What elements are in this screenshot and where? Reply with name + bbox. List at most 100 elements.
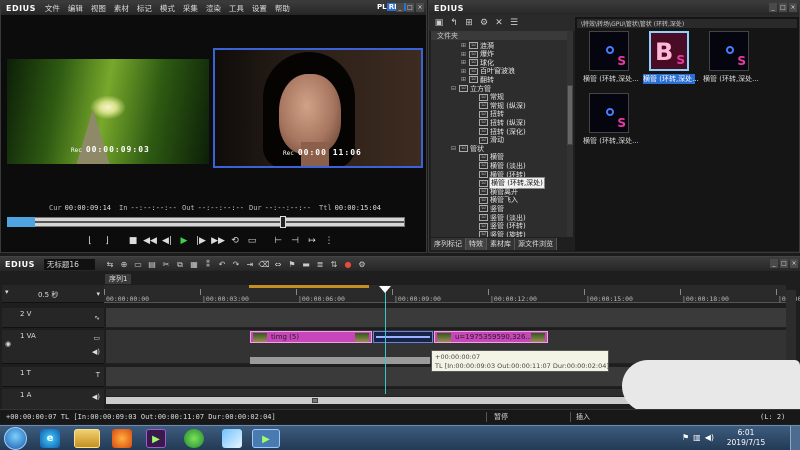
insert-icon[interactable]: ⊢ [271, 235, 285, 248]
ripple-icon[interactable]: ⇥ [244, 259, 256, 271]
menu-item-9[interactable]: 设置 [248, 3, 271, 14]
title-track-icon[interactable]: T [96, 371, 100, 379]
overwrite-icon[interactable]: ⊣ [288, 235, 302, 248]
render-icon[interactable]: ▬ [300, 259, 312, 271]
lane-2v[interactable] [106, 308, 786, 328]
sequence-tab[interactable]: 序列1 [105, 274, 132, 284]
new-sequence-icon[interactable]: ⊕ [118, 259, 130, 271]
zoom-toggle-icon[interactable]: ▾ [5, 288, 15, 298]
effect-thumbnail[interactable]: S [589, 31, 629, 71]
mark-in-icon[interactable]: ⌊ [83, 235, 97, 248]
marker-icon[interactable]: ⚑ [286, 259, 298, 271]
start-button[interactable] [4, 427, 27, 450]
maximize-icon[interactable]: □ [406, 3, 414, 12]
minimize-icon[interactable]: _ [770, 259, 778, 268]
tree-item[interactable]: ⊡ 竖管 (旋转) [471, 230, 526, 237]
more-icon[interactable]: ⋮ [322, 235, 336, 248]
record-icon[interactable]: ● [342, 259, 354, 271]
tree-scrollbar[interactable] [567, 31, 573, 237]
maximize-icon[interactable]: □ [779, 3, 787, 12]
list-icon[interactable]: ☰ [508, 18, 520, 28]
open-icon[interactable]: ▭ [132, 259, 144, 271]
menu-item-3[interactable]: 素材 [110, 3, 133, 14]
zoom-dropdown-icon[interactable]: ▾ [96, 290, 100, 298]
maximize-icon[interactable]: □ [780, 259, 788, 268]
panel-tab-1[interactable]: 特效 [466, 238, 487, 250]
minimize-icon[interactable]: _ [769, 3, 777, 12]
up-folder-icon[interactable]: ↰ [448, 18, 460, 28]
snap-icon[interactable]: ⁑ [202, 259, 214, 271]
scrub-handle[interactable] [279, 216, 286, 228]
network-icon[interactable]: ▥ [693, 433, 701, 442]
folder-icon[interactable]: ▣ [433, 18, 445, 28]
view-icon[interactable]: ⊞ [463, 18, 475, 28]
output-icon[interactable]: ▭ [245, 235, 259, 248]
effect-thumbnail[interactable]: BS [649, 31, 689, 71]
rewind-icon[interactable]: ◀◀ [143, 235, 157, 248]
video-track-icon[interactable]: ▭ [93, 334, 100, 342]
sync-icon[interactable]: ⇅ [328, 259, 340, 271]
effect-thumbnail[interactable]: S [709, 31, 749, 71]
collapse-icon[interactable]: ⊟ [451, 85, 457, 92]
menu-item-1[interactable]: 编辑 [64, 3, 87, 14]
volume-icon[interactable]: ◀) [705, 433, 714, 442]
menu-item-4[interactable]: 标记 [133, 3, 156, 14]
clip-u-image[interactable]: u=1975359590,326... [434, 331, 548, 343]
menu-item-8[interactable]: 工具 [225, 3, 248, 14]
hscroll-thumb[interactable] [312, 398, 318, 403]
edius-active-icon[interactable]: ▶ [252, 429, 280, 448]
menu-item-0[interactable]: 文件 [41, 3, 64, 14]
audio-icon[interactable]: ◀) [92, 393, 100, 401]
close-icon[interactable]: × [416, 3, 424, 12]
fast-forward-icon[interactable]: ▶▶ [211, 235, 225, 248]
clip-timg[interactable]: timg (5) [250, 331, 372, 343]
track-header-1va[interactable]: ◉ 1 VA ▭ ◀) [2, 330, 104, 364]
minimize-icon[interactable]: _ [396, 3, 404, 12]
app-window-icon[interactable] [222, 429, 242, 448]
redo-icon[interactable]: ↷ [230, 259, 242, 271]
scrub-bar[interactable] [7, 216, 405, 228]
delete-icon[interactable]: ✕ [493, 18, 505, 28]
delete-clip-icon[interactable]: ⌫ [258, 259, 270, 271]
gear-icon[interactable]: ⚙ [356, 259, 368, 271]
save-icon[interactable]: ▤ [146, 259, 158, 271]
panel-tab-2[interactable]: 素材库 [487, 238, 515, 250]
loop-icon[interactable]: ⟲ [228, 235, 242, 248]
taskbar-clock[interactable]: 6:01 2019/7/15 [716, 428, 776, 448]
cut-icon[interactable]: ✂ [160, 259, 172, 271]
track-header-1t[interactable]: 1 T T [2, 367, 104, 387]
close-icon[interactable]: × [790, 259, 798, 268]
audio-track-icon[interactable]: ◀) [92, 348, 100, 356]
play-icon[interactable]: ▶ [177, 235, 191, 248]
trim-icon[interactable]: ⇔ [272, 259, 284, 271]
zoom-level[interactable]: 0.5 秒 [38, 290, 58, 300]
mixer-icon[interactable]: ≣ [314, 259, 326, 271]
collapse-icon[interactable]: ⊟ [451, 145, 457, 152]
replace-icon[interactable]: ↦ [305, 235, 319, 248]
track-header-2v[interactable]: 2 V ∿ [2, 308, 104, 328]
timeline-playhead[interactable] [385, 286, 386, 394]
step-back-icon[interactable]: ◀| [160, 235, 174, 248]
effect-thumbnail[interactable]: S [589, 93, 629, 133]
explorer-icon[interactable] [74, 429, 100, 448]
edius-taskbar-icon[interactable]: ▶ [146, 429, 166, 448]
menu-item-10[interactable]: 帮助 [271, 3, 294, 14]
menu-item-6[interactable]: 采集 [179, 3, 202, 14]
paste-icon[interactable]: ▦ [188, 259, 200, 271]
menu-item-7[interactable]: 渲染 [202, 3, 225, 14]
undo-icon[interactable]: ↶ [216, 259, 228, 271]
stop-icon[interactable]: ■ [126, 235, 140, 248]
playhead-marker[interactable] [379, 286, 391, 293]
track-eye-icon[interactable]: ◉ [5, 340, 15, 350]
show-desktop-button[interactable] [790, 426, 800, 450]
menu-item-5[interactable]: 模式 [156, 3, 179, 14]
panel-tab-3[interactable]: 源文件浏览 [515, 238, 557, 250]
track-header-1a[interactable]: 1 A ◀) [2, 389, 104, 411]
timeline-ruler[interactable]: 00:00:00:00 |00:00:03:00 |00:00:06:00 |00:0… [103, 285, 800, 303]
transition-effect[interactable] [373, 331, 433, 343]
flag-icon[interactable]: ⚑ [682, 433, 689, 442]
tree-scroll-thumb[interactable] [567, 85, 573, 145]
mark-out-icon[interactable]: ⌋ [100, 235, 114, 248]
mode-icon[interactable]: ⇆ [104, 259, 116, 271]
ie-icon[interactable]: e [40, 429, 60, 448]
